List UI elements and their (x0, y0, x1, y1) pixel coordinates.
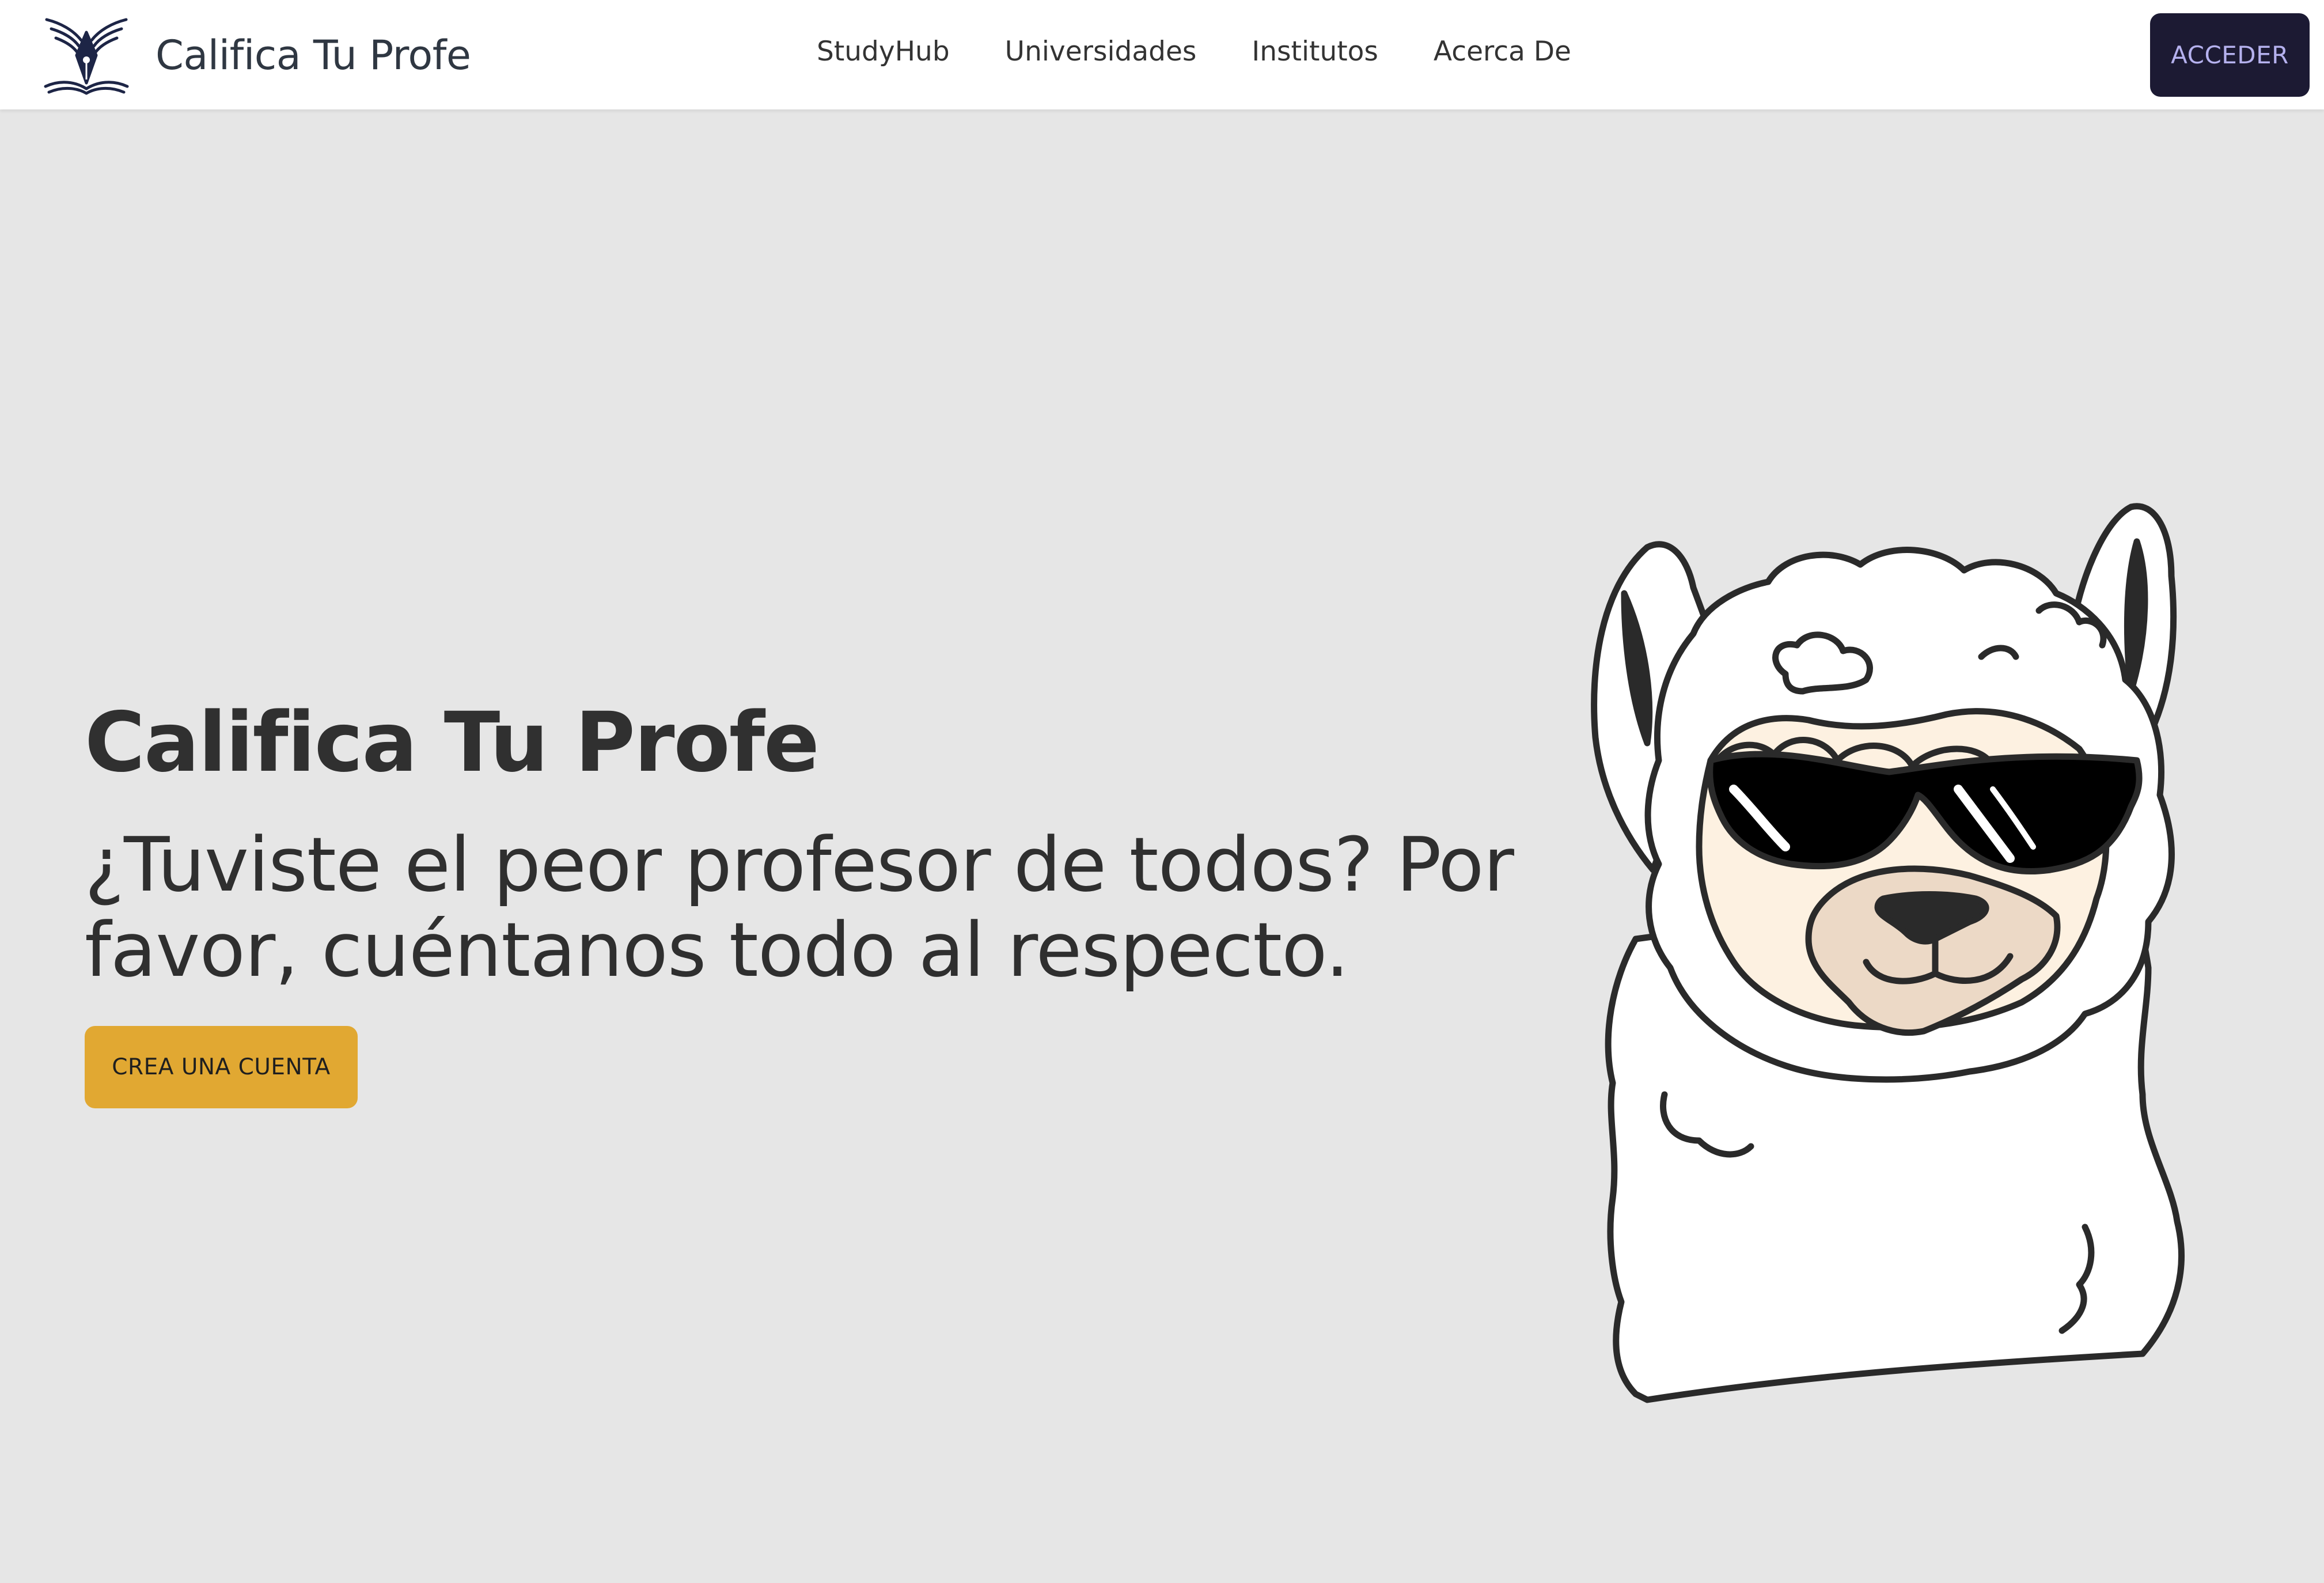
navbar: Califica Tu Profe StudyHub Universidades… (0, 0, 2324, 109)
llama-with-sunglasses-illustration-icon (1591, 503, 2185, 1403)
nav-link-institutos[interactable]: Institutos (1252, 36, 1378, 67)
nav-link-acerca-de[interactable]: Acerca De (1434, 36, 1571, 67)
pen-nib-wings-book-logo-icon (44, 18, 129, 95)
nav-link-studyhub[interactable]: StudyHub (817, 36, 950, 67)
brand-home-link[interactable]: Califica Tu Profe (43, 15, 471, 96)
hero-subtitle: ¿Tuviste el peor profesor de todos? Por … (85, 821, 1514, 994)
brand-name: Califica Tu Profe (156, 32, 471, 79)
login-button[interactable]: ACCEDER (2150, 13, 2310, 97)
nav-link-universidades[interactable]: Universidades (1005, 36, 1197, 67)
main-nav: StudyHub Universidades Institutos Acerca… (817, 36, 1571, 67)
create-account-button[interactable]: CREA UNA CUENTA (85, 1026, 358, 1108)
hero-title: Califica Tu Profe (85, 694, 820, 790)
